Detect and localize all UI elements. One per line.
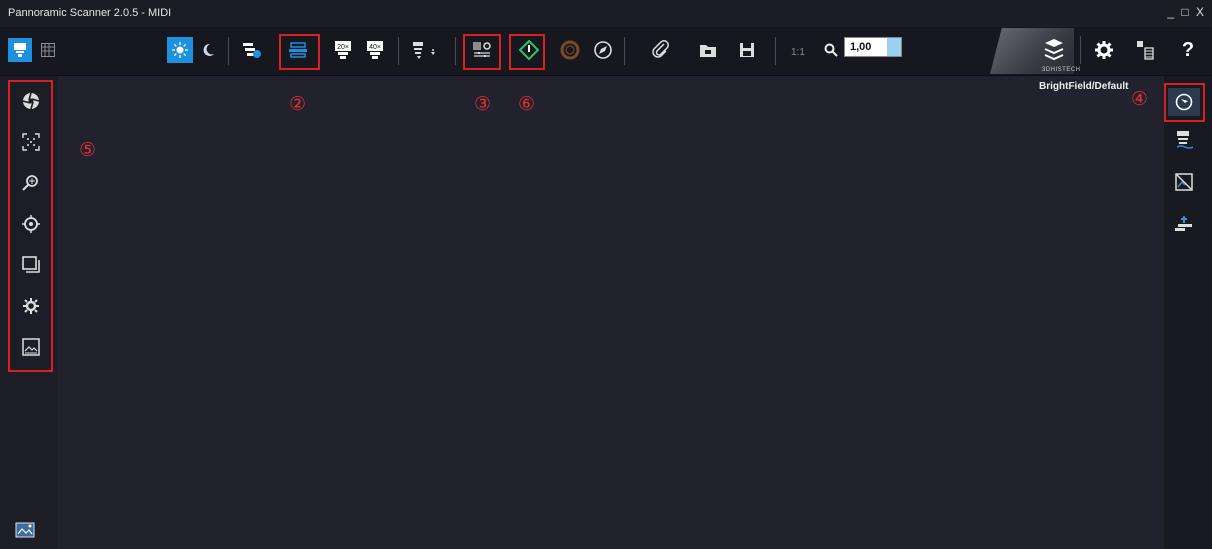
aperture-icon	[22, 92, 40, 110]
stage-button[interactable]	[1172, 212, 1196, 236]
zoom-spinner[interactable]	[887, 38, 901, 56]
image-preview-icon	[22, 338, 40, 356]
attach-button[interactable]	[648, 37, 674, 63]
stack-button[interactable]	[20, 254, 42, 276]
layout-icon	[1137, 41, 1154, 60]
slide-loader-button[interactable]	[239, 37, 265, 63]
objective-40x-button[interactable]: 40×	[362, 37, 388, 63]
objective-20x-button[interactable]: 20×	[330, 37, 356, 63]
zoom-value: 1,00	[850, 41, 872, 53]
focus-points-button[interactable]	[20, 131, 42, 153]
zoom-scan-icon	[22, 175, 38, 191]
logo-text: 3DHISTECH	[1042, 67, 1081, 73]
marker-6: ⑥	[518, 94, 536, 115]
night-mode-button[interactable]	[195, 37, 221, 63]
marker-2: ②	[289, 94, 307, 115]
light-view-toggle[interactable]	[8, 38, 32, 62]
highlight-box-2	[279, 34, 320, 70]
slide-preview-button[interactable]	[14, 520, 36, 542]
highlight-box-4	[1164, 83, 1205, 122]
layout-button[interactable]	[1132, 37, 1158, 63]
gear-icon	[1095, 41, 1113, 59]
gear-scan-button[interactable]	[20, 295, 42, 317]
svg-text:40×: 40×	[369, 44, 381, 51]
marker-4: ④	[1131, 89, 1149, 110]
lamp-icon	[14, 43, 26, 57]
zoom-input[interactable]: 1,00	[844, 37, 902, 57]
grid-icon	[41, 43, 55, 57]
gear-scan-icon	[23, 298, 39, 314]
filter-panel-button[interactable]	[1172, 128, 1196, 152]
stop-button[interactable]	[557, 37, 583, 63]
filter-icon	[1176, 131, 1193, 149]
objective-40x-icon: 40×	[367, 41, 383, 59]
window-controls[interactable]: _ □ X	[1167, 5, 1206, 19]
title-bar: Pannoramic Scanner 2.0.5 - MIDI _ □ X	[0, 0, 1212, 27]
marker-3: ③	[474, 94, 492, 115]
highlight-box-3	[463, 34, 501, 70]
zoom-scan-button[interactable]	[20, 172, 42, 194]
filter-dropdown[interactable]	[407, 37, 441, 63]
svg-text:20×: 20×	[337, 44, 349, 51]
mode-label: BrightField/Default	[1039, 81, 1129, 92]
target-icon	[22, 215, 40, 233]
no-image-icon	[1175, 173, 1193, 191]
logo-stack-icon	[1044, 39, 1064, 61]
focus-points-icon	[22, 133, 40, 151]
ring-icon	[560, 40, 580, 60]
save-button[interactable]	[734, 37, 760, 63]
compass-icon	[594, 41, 612, 59]
open-folder-button[interactable]	[695, 37, 721, 63]
compass-button[interactable]	[590, 37, 616, 63]
sun-icon	[172, 42, 188, 58]
question-mark-icon: ?	[1181, 38, 1195, 61]
image-preview-button[interactable]	[20, 336, 42, 358]
no-image-button[interactable]	[1172, 170, 1196, 194]
folder-icon	[700, 45, 716, 57]
window-title: Pannoramic Scanner 2.0.5 - MIDI	[8, 7, 172, 19]
settings-button[interactable]	[1091, 37, 1117, 63]
zoom-ratio-label[interactable]: 1:1	[791, 47, 805, 58]
marker-5: ⑤	[79, 140, 97, 161]
aperture-button[interactable]	[20, 90, 42, 112]
highlight-box-6	[509, 34, 545, 70]
help-button[interactable]: ?	[1175, 37, 1201, 63]
floppy-icon	[740, 43, 754, 57]
slide-preview-icon	[15, 522, 35, 538]
stage-icon	[1175, 216, 1192, 231]
zoom-button[interactable]	[818, 37, 844, 63]
calendar-view-toggle[interactable]	[36, 38, 60, 62]
magnifier-icon	[824, 43, 838, 57]
filter-stack-icon	[413, 42, 435, 59]
paperclip-icon	[652, 40, 669, 58]
day-mode-button[interactable]	[167, 37, 193, 63]
objective-20x-icon: 20×	[335, 41, 351, 59]
moon-icon	[203, 43, 214, 56]
stack-icon	[22, 256, 40, 273]
target-button[interactable]	[20, 213, 42, 235]
slides-icon	[243, 43, 261, 58]
